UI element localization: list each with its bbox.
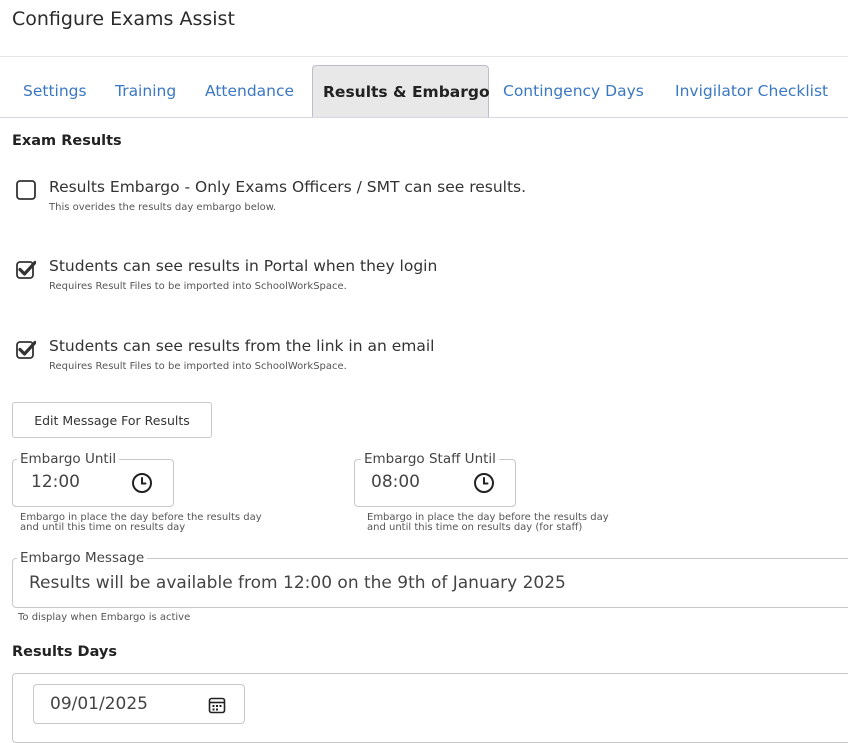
clock-icon[interactable] — [473, 472, 495, 494]
portal-results-help: Requires Result Files to be imported int… — [49, 281, 347, 292]
embargo-message-value[interactable]: Results will be available from 12:00 on … — [29, 573, 566, 593]
tab-attendance[interactable]: Attendance — [205, 65, 294, 117]
results-day-date-value[interactable]: 09/01/2025 — [50, 694, 148, 714]
page-title: Configure Exams Assist — [12, 8, 235, 30]
embargo-staff-until-field[interactable]: Embargo Staff Until 08:00 — [354, 451, 516, 507]
tab-results-embargo[interactable]: Results & Embargo — [312, 65, 490, 117]
embargo-until-label: Embargo Until — [17, 451, 120, 467]
tab-settings[interactable]: Settings — [23, 65, 87, 117]
tab-contingency-days[interactable]: Contingency Days — [503, 65, 644, 117]
embargo-message-field[interactable]: Embargo Message Results will be availabl… — [12, 550, 848, 608]
tab-bar: Settings Training Attendance Results & E… — [0, 65, 848, 118]
email-results-checkbox[interactable] — [16, 339, 36, 359]
embargo-staff-until-value[interactable]: 08:00 — [371, 472, 420, 492]
results-day-date-input[interactable]: 09/01/2025 — [33, 684, 245, 724]
email-results-help: Requires Result Files to be imported int… — [49, 361, 347, 372]
edit-message-button[interactable]: Edit Message For Results — [12, 402, 212, 438]
embargo-until-value[interactable]: 12:00 — [31, 472, 80, 492]
embargo-until-help: Embargo in place the day before the resu… — [20, 512, 262, 533]
tab-training[interactable]: Training — [115, 65, 176, 117]
embargo-until-field[interactable]: Embargo Until 12:00 — [12, 451, 174, 507]
email-results-label: Students can see results from the link i… — [49, 337, 435, 355]
embargo-staff-until-label: Embargo Staff Until — [361, 451, 499, 467]
tab-invigilator-checklist[interactable]: Invigilator Checklist — [675, 65, 828, 117]
exam-results-heading: Exam Results — [12, 133, 122, 149]
portal-results-checkbox[interactable] — [16, 259, 36, 279]
clock-icon[interactable] — [131, 472, 153, 494]
results-days-panel: 09/01/2025 — [12, 673, 848, 743]
embargo-message-label: Embargo Message — [17, 550, 148, 566]
results-embargo-checkbox[interactable] — [16, 180, 36, 200]
calendar-icon[interactable] — [208, 696, 226, 714]
results-embargo-help: This overides the results day embargo be… — [49, 202, 277, 213]
tabs-divider — [0, 117, 848, 118]
results-days-heading: Results Days — [12, 644, 117, 660]
embargo-staff-until-help: Embargo in place the day before the resu… — [367, 512, 609, 533]
embargo-message-help: To display when Embargo is active — [18, 612, 191, 623]
portal-results-label: Students can see results in Portal when … — [49, 257, 438, 275]
results-embargo-label: Results Embargo - Only Exams Officers / … — [49, 178, 527, 196]
title-divider — [0, 56, 848, 57]
